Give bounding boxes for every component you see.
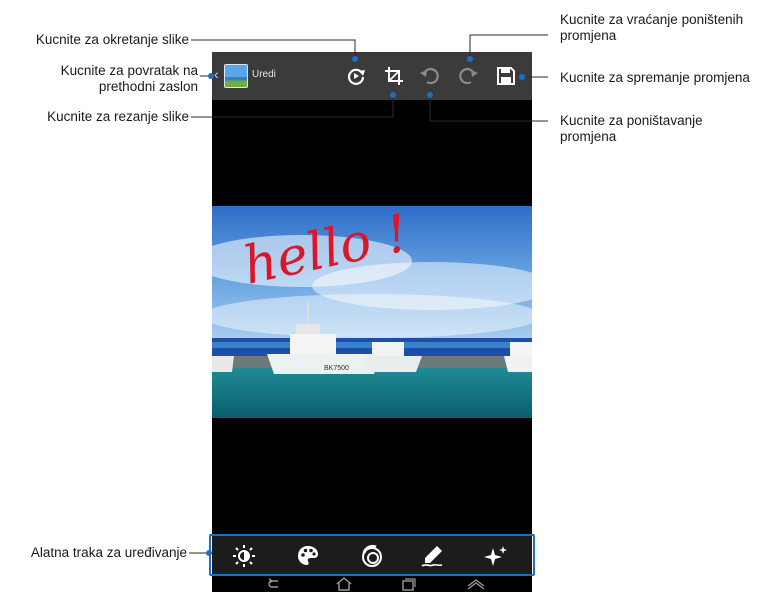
callout-leader-lines: [189, 34, 548, 556]
